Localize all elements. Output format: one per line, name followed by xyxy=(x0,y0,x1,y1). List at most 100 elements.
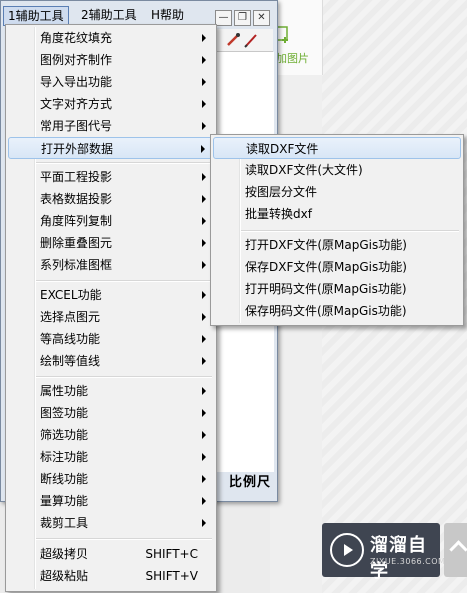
menu-tools-1[interactable]: 1辅助工具 xyxy=(3,6,69,26)
menu-separator xyxy=(36,162,212,164)
menu-item-contour[interactable]: 等高线功能 xyxy=(8,328,214,350)
menu-item-text-align[interactable]: 文字对齐方式 xyxy=(8,93,214,115)
menu-separator xyxy=(36,280,212,282)
submenu-arrow-icon xyxy=(202,335,206,343)
menu-item-label: 导入导出功能 xyxy=(40,75,113,89)
menu-item-label: 量算功能 xyxy=(40,494,89,508)
submenu-item-batch-convert-dxf[interactable]: 批量转换dxf xyxy=(213,203,461,225)
menu-item-measure[interactable]: 量算功能 xyxy=(8,490,214,512)
menu-item-filter[interactable]: 筛选功能 xyxy=(8,424,214,446)
submenu-item-label: 读取DXF文件(大文件) xyxy=(245,163,363,177)
menu-item-label: 断线功能 xyxy=(40,472,89,486)
menu-item-delete-overlap[interactable]: 删除重叠图元 xyxy=(8,232,214,254)
menu-item-angle-array-copy[interactable]: 角度阵列复制 xyxy=(8,210,214,232)
menu-item-standard-frame[interactable]: 系列标准图框 xyxy=(8,254,214,276)
menu-item-label: EXCEL功能 xyxy=(40,288,102,302)
menu-item-annotation[interactable]: 标注功能 xyxy=(8,446,214,468)
menu-item-table-projection[interactable]: 表格数据投影 xyxy=(8,188,214,210)
menu-item-label: 裁剪工具 xyxy=(40,516,89,530)
submenu-item-save-dxf-mapgis[interactable]: 保存DXF文件(原MapGis功能) xyxy=(213,256,461,278)
submenu-item-open-plaintext-mapgis[interactable]: 打开明码文件(原MapGis功能) xyxy=(213,278,461,300)
submenu-arrow-icon xyxy=(202,313,206,321)
menu-item-clip-tool[interactable]: 裁剪工具 xyxy=(8,512,214,534)
menu-item-label: 图例对齐制作 xyxy=(40,53,113,67)
menu-item-plane-projection[interactable]: 平面工程投影 xyxy=(8,166,214,188)
menu-item-excel[interactable]: EXCEL功能 xyxy=(8,284,214,306)
menu-item-break-line[interactable]: 断线功能 xyxy=(8,468,214,490)
menu-item-super-paste[interactable]: 超级粘贴 SHIFT+V xyxy=(8,565,214,587)
submenu-item-label: 保存DXF文件(原MapGis功能) xyxy=(245,260,407,274)
menu-item-super-copy[interactable]: 超级拷贝 SHIFT+C xyxy=(8,543,214,565)
menu-item-label: 角度阵列复制 xyxy=(40,214,113,228)
submenu-arrow-icon xyxy=(202,56,206,64)
menu-help[interactable]: H帮助 xyxy=(147,6,188,24)
submenu-arrow-icon xyxy=(202,431,206,439)
chevron-up-icon xyxy=(449,540,467,559)
pen-tool-icon[interactable] xyxy=(225,32,241,48)
submenu-item-open-dxf-mapgis[interactable]: 打开DXF文件(原MapGis功能) xyxy=(213,234,461,256)
menu-item-label: 绘制等值线 xyxy=(40,354,101,368)
menu-item-label: 文字对齐方式 xyxy=(40,97,113,111)
menu-item-select-point[interactable]: 选择点图元 xyxy=(8,306,214,328)
submenu-arrow-icon xyxy=(202,409,206,417)
menu-item-attributes[interactable]: 属性功能 xyxy=(8,380,214,402)
submenu-item-read-dxf-large[interactable]: 读取DXF文件(大文件) xyxy=(213,159,461,181)
submenu-item-read-dxf[interactable]: 读取DXF文件 xyxy=(213,137,461,159)
submenu-item-split-by-layer[interactable]: 按图层分文件 xyxy=(213,181,461,203)
menu-item-import-export[interactable]: 导入导出功能 xyxy=(8,71,214,93)
submenu-item-label: 保存明码文件(原MapGis功能) xyxy=(245,304,407,318)
external-data-submenu: 读取DXF文件 读取DXF文件(大文件) 按图层分文件 批量转换dxf 打开DX… xyxy=(210,134,464,326)
menubar: 1辅助工具 2辅助工具 H帮助 — ❐ ✕ xyxy=(3,4,273,26)
submenu-arrow-icon xyxy=(202,217,206,225)
menu-item-draw-isoline[interactable]: 绘制等值线 xyxy=(8,350,214,372)
menu-item-label: 等高线功能 xyxy=(40,332,101,346)
submenu-arrow-icon xyxy=(202,475,206,483)
menu-item-label: 超级拷贝 xyxy=(40,547,89,561)
restore-icon[interactable]: ❐ xyxy=(234,10,251,26)
scale-label: 比例尺 xyxy=(228,475,271,490)
menu-item-shortcut: SHIFT+C xyxy=(145,547,198,561)
menu-item-label: 选择点图元 xyxy=(40,310,101,324)
add-picture-icon[interactable] xyxy=(276,26,290,44)
submenu-arrow-icon xyxy=(202,291,206,299)
menu-item-label: 属性功能 xyxy=(40,384,89,398)
play-logo-icon xyxy=(330,533,364,567)
menu-item-label: 常用子图代号 xyxy=(40,119,113,133)
submenu-arrow-icon xyxy=(202,78,206,86)
scroll-to-top-button[interactable] xyxy=(444,523,467,577)
submenu-item-label: 按图层分文件 xyxy=(245,185,318,199)
submenu-item-save-plaintext-mapgis[interactable]: 保存明码文件(原MapGis功能) xyxy=(213,300,461,322)
menu-item-label: 表格数据投影 xyxy=(40,192,113,206)
menu-tools-2[interactable]: 2辅助工具 xyxy=(77,6,141,24)
close-icon[interactable]: ✕ xyxy=(253,10,270,26)
menu-item-label: 平面工程投影 xyxy=(40,170,113,184)
menu-item-title-block[interactable]: 图签功能 xyxy=(8,402,214,424)
menu-item-sub-map-code[interactable]: 常用子图代号 xyxy=(8,115,214,137)
pencil-tool-icon[interactable] xyxy=(243,32,259,48)
menu-item-label: 超级粘贴 xyxy=(40,569,89,583)
submenu-arrow-icon xyxy=(201,145,205,153)
menu-item-label: 系列标准图框 xyxy=(40,258,113,272)
menu-item-open-external-data[interactable]: 打开外部数据 xyxy=(8,137,214,159)
menu-item-angle-pattern-fill[interactable]: 角度花纹填充 xyxy=(8,27,214,49)
submenu-arrow-icon xyxy=(202,357,206,365)
submenu-arrow-icon xyxy=(202,122,206,130)
submenu-arrow-icon xyxy=(202,497,206,505)
submenu-arrow-icon xyxy=(202,173,206,181)
submenu-item-label: 批量转换dxf xyxy=(245,207,312,221)
submenu-item-label: 打开明码文件(原MapGis功能) xyxy=(245,282,407,296)
menu-item-label: 标注功能 xyxy=(40,450,89,464)
submenu-arrow-icon xyxy=(202,387,206,395)
menu-separator xyxy=(36,538,212,540)
submenu-arrow-icon xyxy=(202,519,206,527)
submenu-arrow-icon xyxy=(202,239,206,247)
minimize-icon[interactable]: — xyxy=(215,10,232,26)
submenu-item-label: 读取DXF文件 xyxy=(246,142,319,156)
tools-dropdown-menu: 角度花纹填充 图例对齐制作 导入导出功能 文字对齐方式 常用子图代号 打开外部数… xyxy=(5,24,217,592)
add-picture-label[interactable]: 加图片 xyxy=(276,50,309,66)
menu-item-legend-align[interactable]: 图例对齐制作 xyxy=(8,49,214,71)
submenu-arrow-icon xyxy=(202,453,206,461)
menu-item-label: 角度花纹填充 xyxy=(40,31,113,45)
menu-item-label: 打开外部数据 xyxy=(41,142,114,156)
submenu-arrow-icon xyxy=(202,34,206,42)
